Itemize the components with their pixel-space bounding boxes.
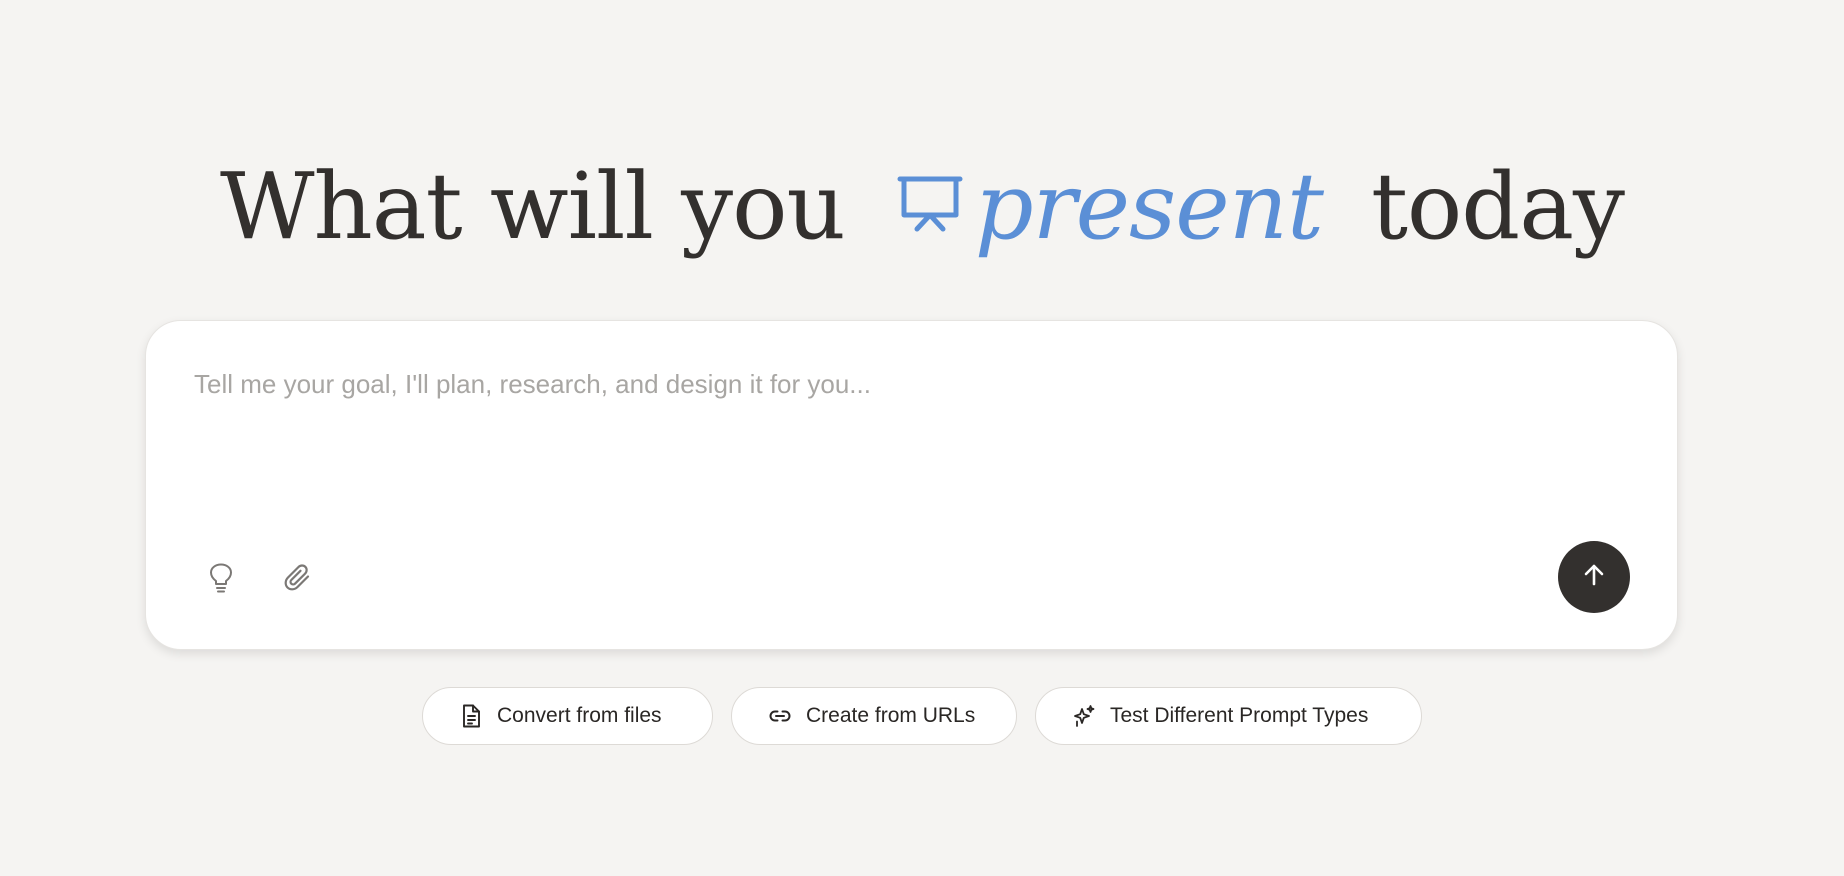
send-button[interactable]	[1558, 541, 1630, 613]
page-headline: What will you present today	[0, 146, 1844, 266]
presentation-board-icon	[897, 175, 963, 237]
chip-label: Test Different Prompt Types	[1110, 704, 1369, 727]
sparkles-icon	[1072, 704, 1096, 728]
idea-button[interactable]	[198, 557, 244, 603]
headline-accent-word: present	[974, 152, 1324, 260]
chip-label: Convert from files	[497, 704, 662, 727]
attach-button[interactable]	[275, 557, 321, 603]
chip-label: Create from URLs	[806, 704, 976, 727]
chip-convert-from-files[interactable]: Convert from files	[422, 687, 713, 745]
headline-text-after: today	[1370, 152, 1625, 260]
arrow-up-icon	[1581, 562, 1607, 593]
prompt-input[interactable]	[194, 369, 1624, 489]
lightbulb-icon	[208, 563, 234, 598]
paperclip-icon	[283, 563, 313, 598]
suggestion-chips: Convert from files Create from URLs Test…	[0, 687, 1844, 745]
headline-text-before: What will you	[219, 152, 846, 260]
link-icon	[768, 704, 792, 728]
chip-test-different-prompt-types[interactable]: Test Different Prompt Types	[1035, 687, 1422, 745]
document-icon	[459, 704, 483, 728]
chip-create-from-urls[interactable]: Create from URLs	[731, 687, 1017, 745]
headline-accent: present	[897, 152, 1324, 260]
prompt-composer	[145, 320, 1678, 650]
